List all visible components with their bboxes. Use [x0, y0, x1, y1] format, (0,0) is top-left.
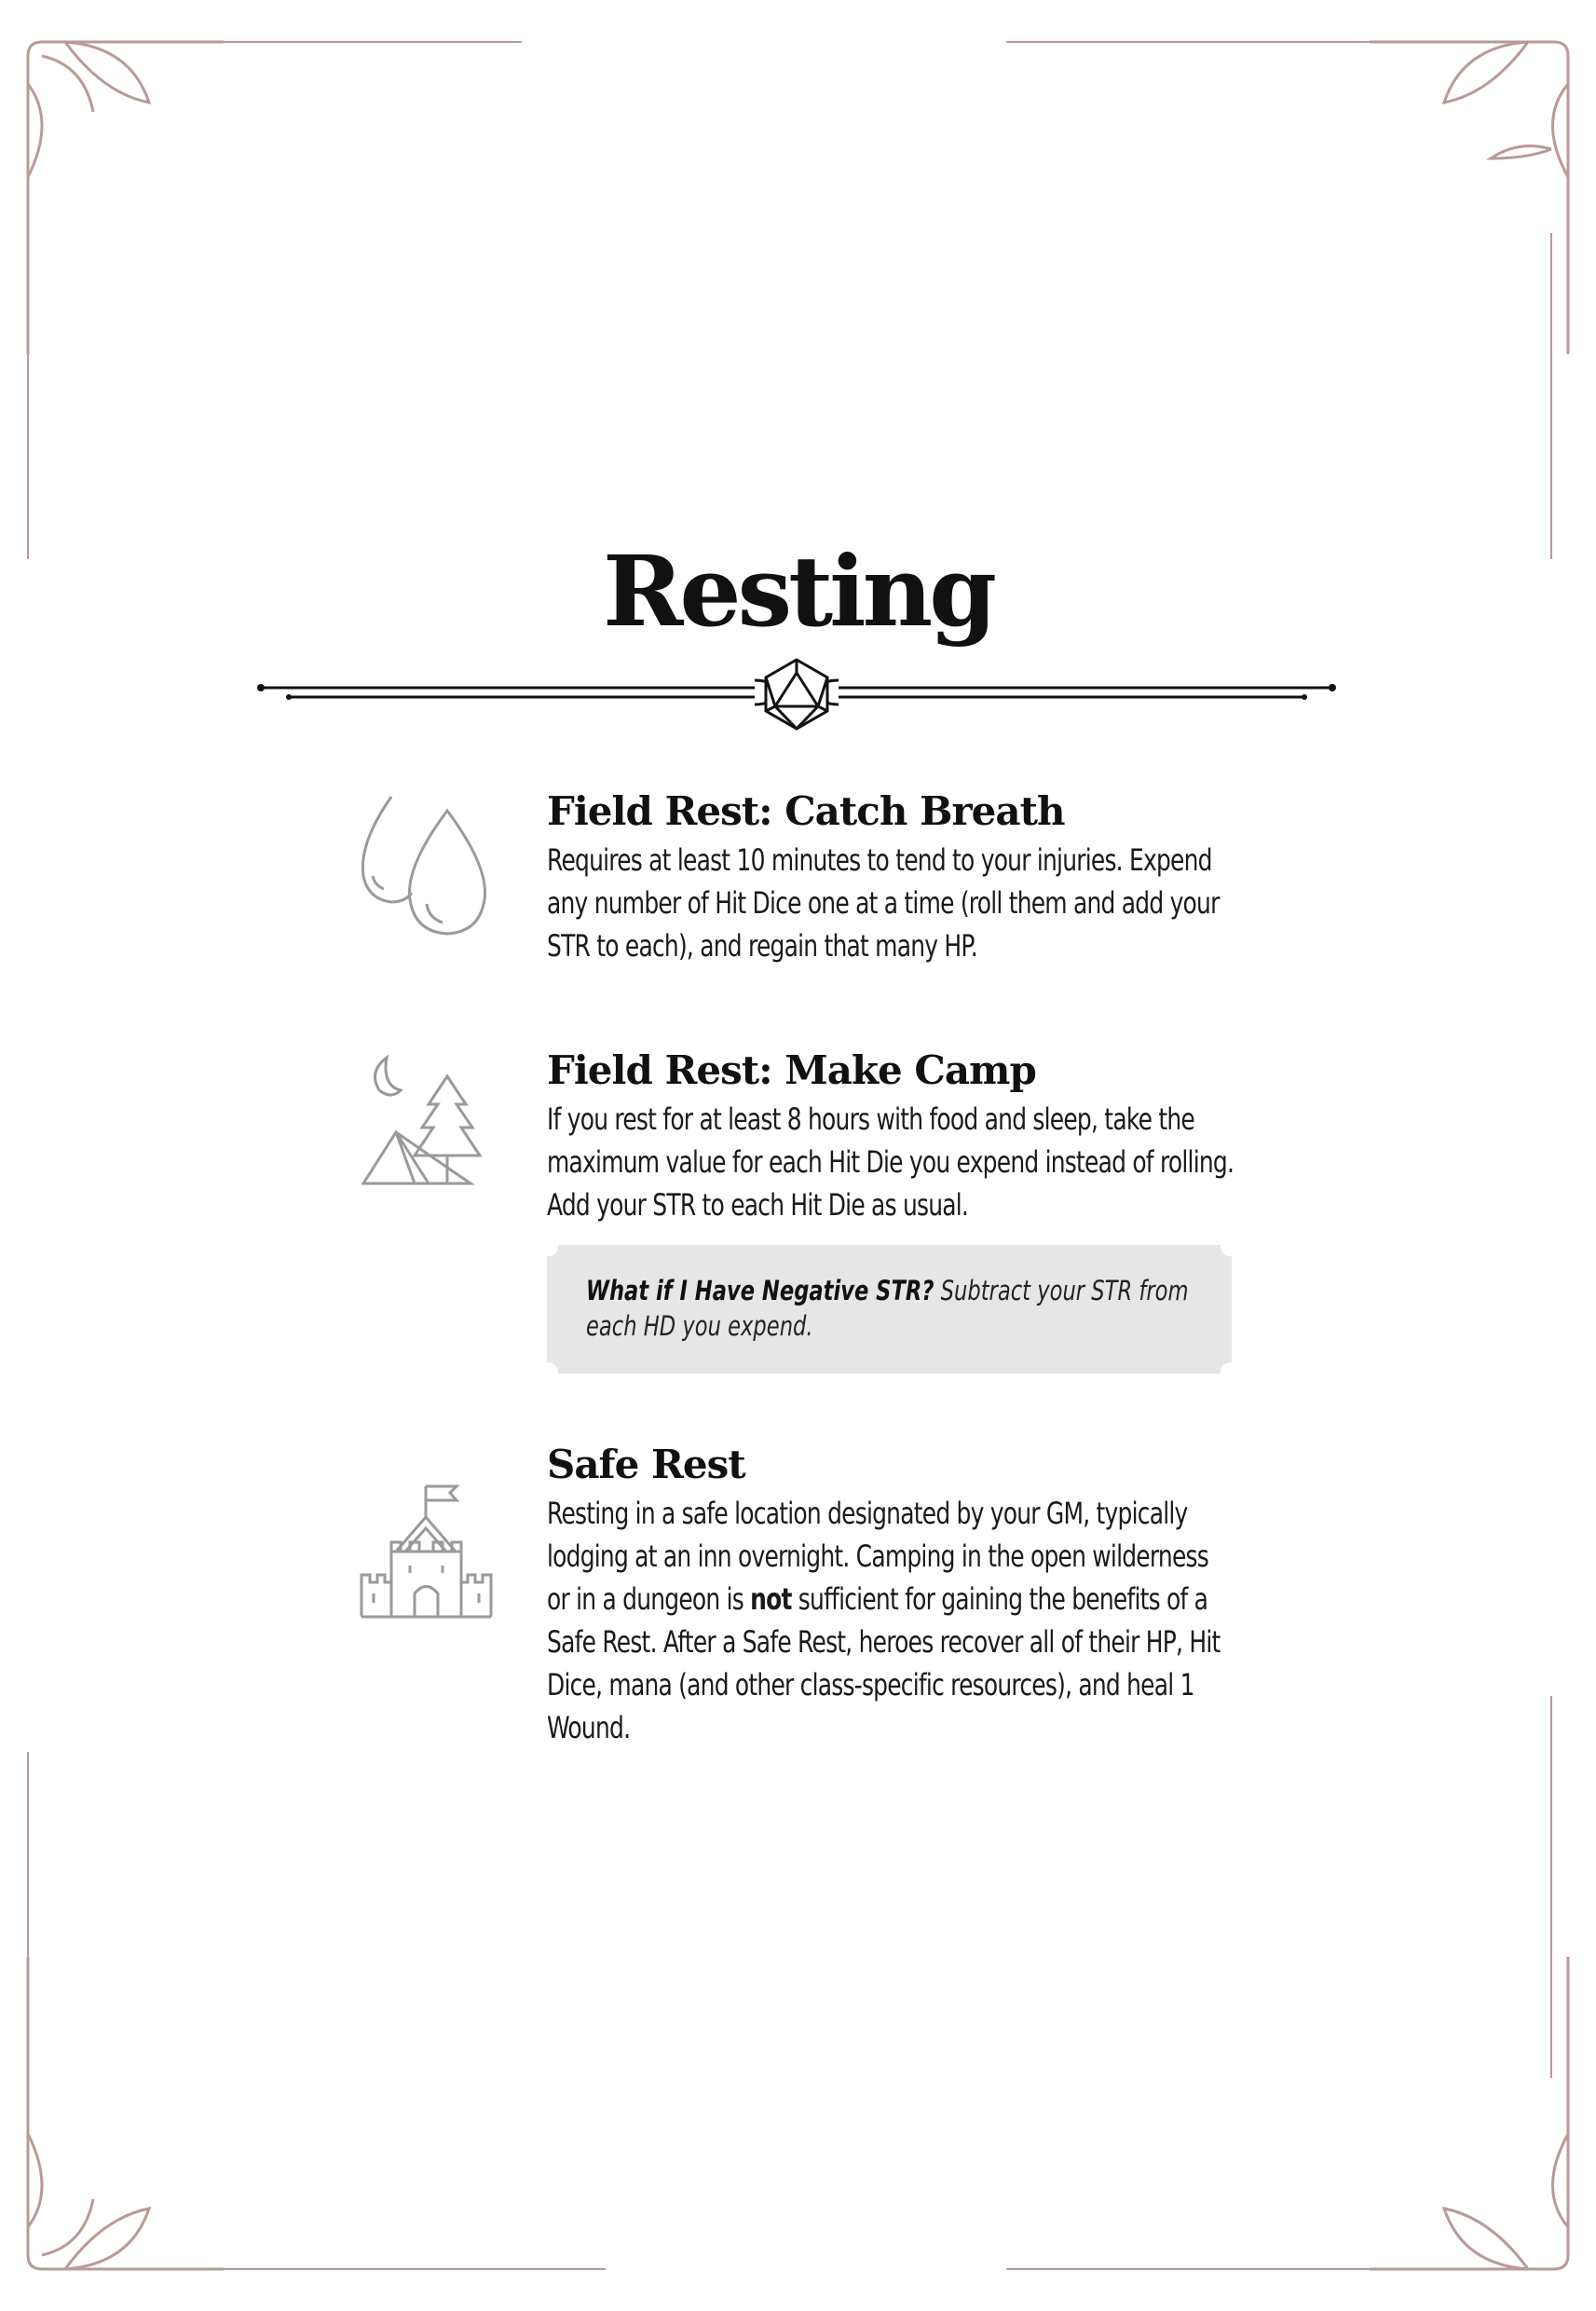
title-divider-ornament — [257, 658, 1336, 731]
callout-text: What if I Have Negative STR? Subtract yo… — [586, 1273, 1211, 1344]
section-body: Resting in a safe location designated by… — [547, 1492, 1237, 1749]
section-heading: Field Rest: Catch Breath — [547, 788, 1066, 834]
section-body-emphasis: not — [750, 1581, 792, 1618]
section-field-rest-catch-breath: Field Rest: Catch Breath Requires at lea… — [547, 788, 1236, 967]
castle-icon — [360, 1484, 493, 1619]
section-body: Requires at least 10 minutes to tend to … — [547, 842, 1220, 964]
section-body: If you rest for at least 8 hours with fo… — [547, 1101, 1235, 1224]
callout-negative-str: What if I Have Negative STR? Subtract yo… — [547, 1245, 1232, 1374]
water-drops-icon — [361, 796, 486, 936]
callout-question: What if I Have Negative STR? — [586, 1275, 934, 1306]
section-safe-rest: Safe Rest Resting in a safe location des… — [547, 1442, 1236, 1749]
section-field-rest-make-camp: Field Rest: Make Camp If you rest for at… — [547, 1047, 1236, 1226]
section-heading: Safe Rest — [547, 1442, 746, 1487]
camp-tent-icon — [361, 1054, 483, 1185]
section-heading: Field Rest: Make Camp — [547, 1047, 1037, 1093]
d20-icon — [764, 658, 829, 731]
page-title: Resting — [602, 534, 997, 649]
